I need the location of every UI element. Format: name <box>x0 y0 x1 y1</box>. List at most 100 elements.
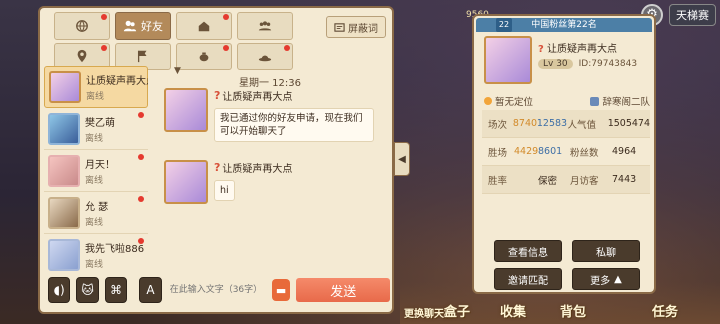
location: 暂无定位 <box>484 94 533 108</box>
friends-icon <box>123 20 137 31</box>
player-id: ID:79743843 <box>578 59 638 69</box>
question-icon: ? <box>214 89 221 102</box>
table-row: 胜率 保密 月访客 7443 <box>482 166 650 194</box>
profile-name-text: 让质疑声再大点 <box>547 44 617 55</box>
friend-status: 离线 <box>85 133 104 144</box>
chat-message: ? 让质疑声再大点 我已通过你的好友申请，现在我们可以开始聊天了 <box>164 88 374 142</box>
avatar[interactable] <box>164 88 208 132</box>
voice-icon[interactable]: ◖) <box>48 277 71 303</box>
view-info-button[interactable]: 查看信息 <box>494 240 562 262</box>
list-item[interactable]: 让质疑声再大点 离线 <box>44 66 148 108</box>
friend-name: 我先飞啦886 <box>85 243 145 255</box>
chat-area: ▼ 星期一 12:36 ? 让质疑声再大点 我已通过你的好友申请，现在我们可以开始… <box>152 66 388 276</box>
message-bubble: hi <box>214 180 235 201</box>
sender-name: 让质疑声再大点 <box>222 92 293 103</box>
message-sender: ? 让质疑声再大点 <box>214 88 374 103</box>
list-item[interactable]: 樊乙萌 离线 <box>44 108 148 150</box>
ladder-button[interactable]: 天梯赛 <box>669 4 716 26</box>
friend-name: 樊乙萌 <box>85 117 115 129</box>
channel-tabs: 好友 <box>54 12 354 70</box>
globe-icon <box>76 19 88 32</box>
dock-item-box[interactable]: 盒子 <box>444 301 470 320</box>
list-item[interactable]: 月天！ 离线 <box>44 150 148 192</box>
stat-value: 4429 <box>514 146 539 157</box>
group-icon <box>258 21 272 31</box>
tab-home[interactable] <box>176 12 232 40</box>
notification-dot <box>138 238 144 244</box>
chevron-down-icon[interactable]: ▼ <box>174 66 181 76</box>
notification-dot <box>223 44 229 51</box>
notification-dot <box>223 14 229 20</box>
gamepad-icon[interactable]: ⌘ <box>104 277 128 303</box>
house-icon <box>198 21 210 31</box>
avatar <box>48 196 80 229</box>
stat-value: 4964 <box>612 146 637 157</box>
profile-info: ? 让质疑声再大点 Lv 30 ID:79743843 <box>538 36 637 84</box>
location-icon <box>77 50 87 63</box>
location-row: 暂无定位 辞寒阁二队 <box>484 94 650 108</box>
shield-words-label: 屏蔽词 <box>348 23 378 35</box>
table-row: 场次 8740 12583 人气值 1505474 <box>482 110 650 138</box>
message-sender: ? 让质疑声再大点 <box>214 160 292 175</box>
chat-bubble-icon[interactable]: ▬ <box>271 279 291 301</box>
notification-dot <box>101 14 107 20</box>
notification-dot <box>101 44 107 51</box>
list-item[interactable]: 我先飞啦886 离线 <box>44 234 148 272</box>
tab-friends[interactable]: 好友 <box>115 12 171 40</box>
level-line: Lv 30 ID:79743843 <box>538 59 637 69</box>
avatar <box>48 154 80 187</box>
shield-icon <box>334 22 345 32</box>
chat-panel: 好友 屏蔽词 让质疑声再大点 离线 <box>38 6 394 314</box>
avatar <box>49 71 81 103</box>
stat-key: 场次 <box>488 119 508 131</box>
notification-dot <box>284 44 290 51</box>
tab-world[interactable] <box>54 12 110 40</box>
shield-words-button[interactable]: 屏蔽词 <box>326 16 386 38</box>
message-bubble: 我已通过你的好友申请，现在我们可以开始聊天了 <box>214 108 374 142</box>
private-chat-button[interactable]: 私聊 <box>572 240 640 262</box>
profile-actions: 查看信息 私聊 邀请匹配 更多 ▲ <box>494 240 640 290</box>
team-icon <box>590 96 600 106</box>
chat-input[interactable] <box>167 279 266 301</box>
tab-group[interactable] <box>237 12 293 40</box>
table-row: 胜场 4429 8601 粉丝数 4964 <box>482 138 650 166</box>
question-icon: ? <box>214 161 221 174</box>
notification-dot <box>138 154 144 160</box>
stat-key: 月访客 <box>570 175 599 187</box>
teapot-icon <box>199 52 209 62</box>
message-body: ? 让质疑声再大点 我已通过你的好友申请，现在我们可以开始聊天了 <box>214 88 374 142</box>
more-label: 更多 <box>590 275 611 287</box>
avatar <box>48 238 80 271</box>
profile-panel: 中国粉丝第22名 22 ? 让质疑声再大点 Lv 30 ID:79743843 … <box>472 14 656 294</box>
collapse-panel-button[interactable]: ◀ <box>394 142 410 176</box>
dock-item-bag[interactable]: 背包 <box>560 301 586 320</box>
profile-name: ? 让质疑声再大点 <box>538 40 637 55</box>
avatar <box>48 112 80 145</box>
stats-table: 场次 8740 12583 人气值 1505474 胜场 4429 8601 粉… <box>482 110 650 194</box>
input-bar: ◖) 🐱 ⌘ A ▬ 发送 <box>44 272 390 308</box>
friend-status: 离线 <box>86 92 105 102</box>
invite-match-button[interactable]: 邀请匹配 <box>494 268 562 290</box>
stat-value: 1505474 <box>607 118 650 129</box>
location-text: 暂无定位 <box>495 97 534 108</box>
friend-text: 月天！ 离线 <box>85 156 115 186</box>
rank-badge: 22 <box>496 18 512 32</box>
friend-name: 允 瑟 <box>85 201 109 213</box>
list-item[interactable]: 允 瑟 离线 <box>44 192 148 234</box>
translate-icon[interactable]: A <box>139 277 162 303</box>
cat-emoji-icon[interactable]: 🐱 <box>76 277 99 303</box>
send-button[interactable]: 发送 <box>296 278 390 302</box>
level-pill: Lv 30 <box>538 59 573 69</box>
stat-key: 胜场 <box>488 147 508 159</box>
more-button[interactable]: 更多 ▲ <box>572 268 640 290</box>
stat-value: 7443 <box>612 174 637 185</box>
dock-item-tasks[interactable]: 任务 <box>652 301 678 320</box>
avatar[interactable] <box>164 160 208 204</box>
dock-item-collect[interactable]: 收集 <box>500 301 526 320</box>
friend-text: 我先飞啦886 离线 <box>85 240 144 270</box>
sender-name: 让质疑声再大点 <box>222 164 293 175</box>
friend-text: 允 瑟 离线 <box>85 198 108 228</box>
triangle-up-icon: ▲ <box>614 273 622 285</box>
stat-key: 粉丝数 <box>570 147 599 159</box>
question-icon: ? <box>538 44 544 55</box>
